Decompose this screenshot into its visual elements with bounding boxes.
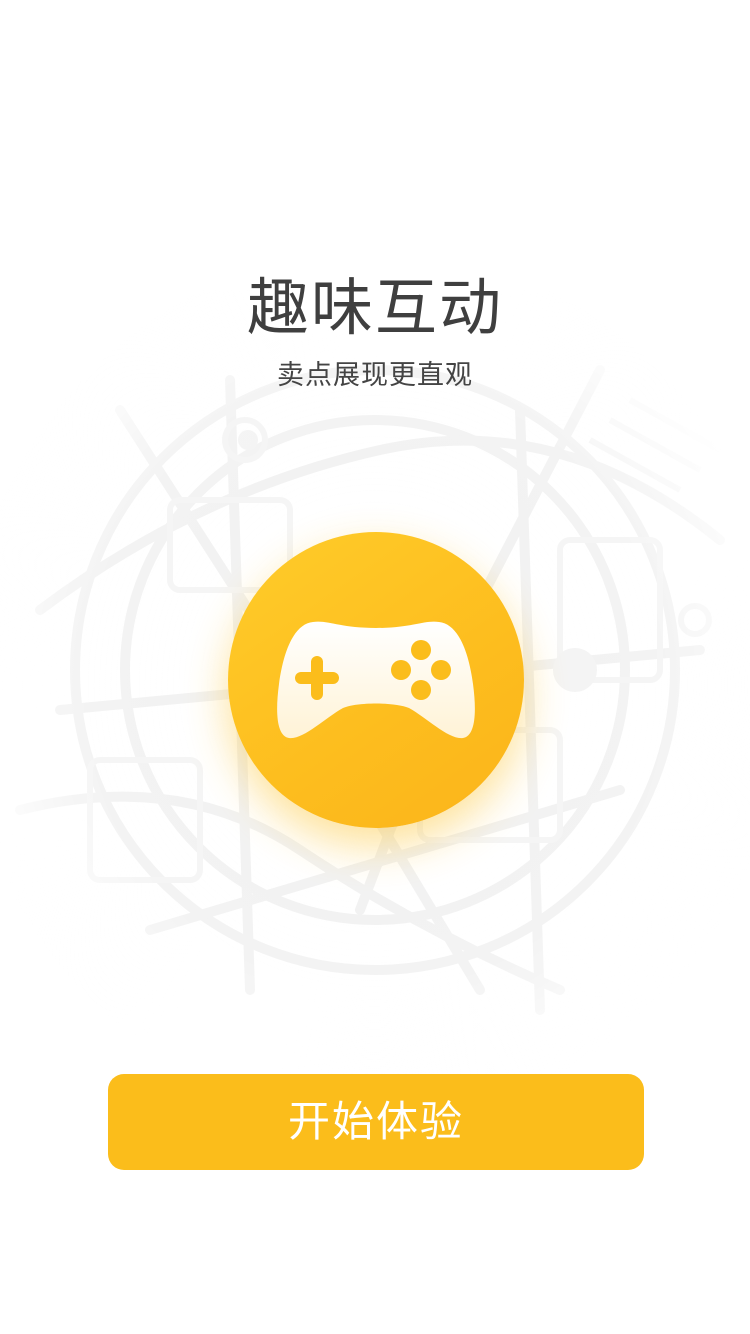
start-experience-button[interactable]: 开始体验 bbox=[108, 1074, 644, 1170]
onboarding-screen: 趣味互动 卖点展现更直观 开始体验 bbox=[0, 0, 750, 1334]
feature-icon-badge bbox=[228, 532, 524, 828]
gamepad-icon bbox=[277, 621, 475, 739]
page-subtitle: 卖点展现更直观 bbox=[277, 360, 473, 391]
page-title: 趣味互动 bbox=[246, 271, 503, 344]
